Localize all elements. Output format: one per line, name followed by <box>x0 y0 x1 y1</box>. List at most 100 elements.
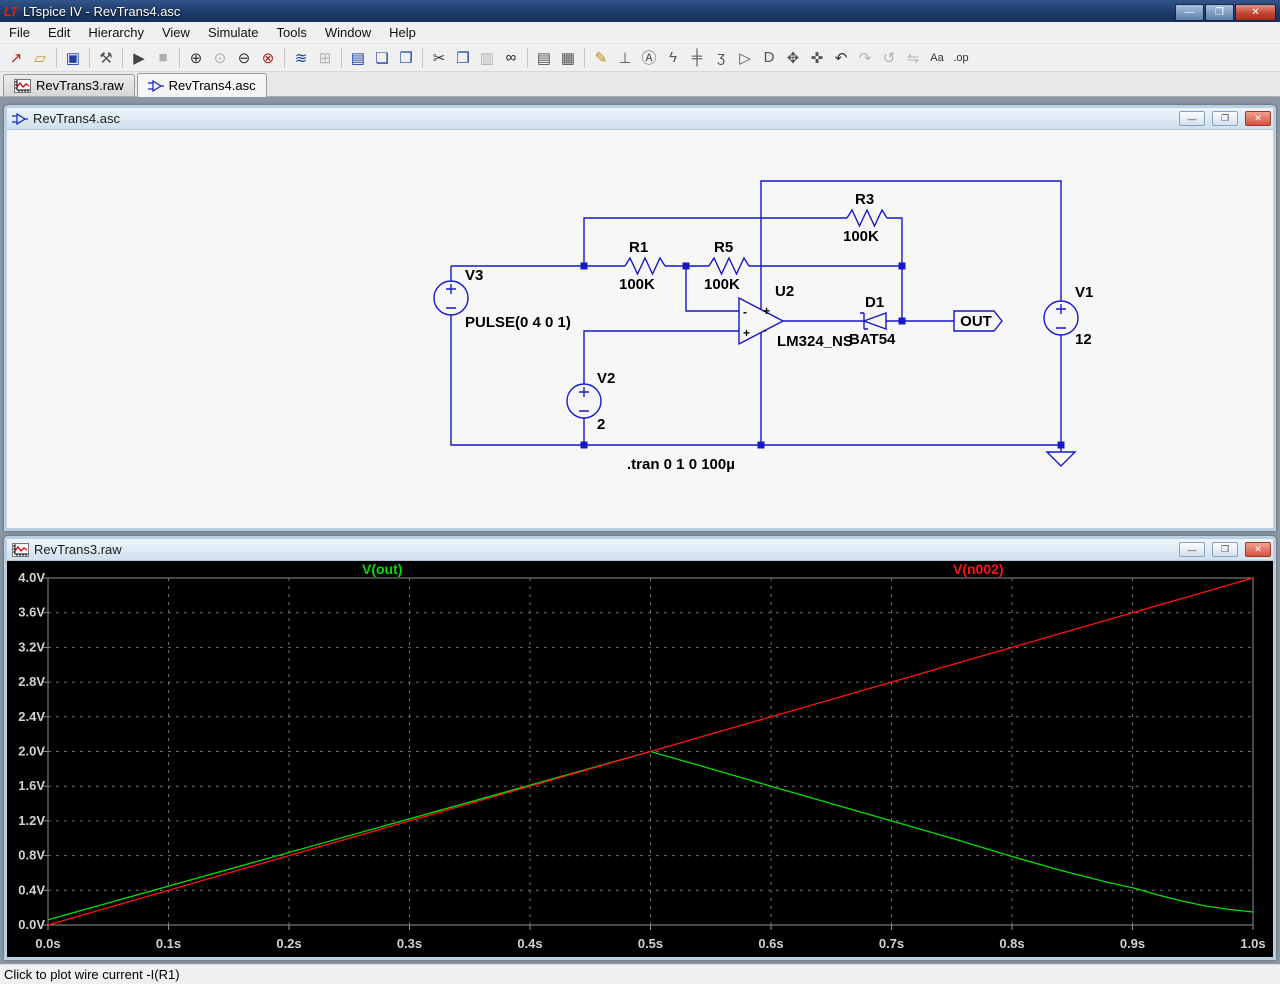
y-axis-tick-label[interactable]: 3.6V <box>18 605 45 620</box>
waveform-maximize-button[interactable]: ❐ <box>1212 542 1238 557</box>
place-component-icon[interactable]: D <box>757 46 781 70</box>
new-schematic-icon[interactable]: ↗ <box>4 46 28 70</box>
cascade-windows-icon[interactable]: ❐ <box>394 46 418 70</box>
y-axis-tick-label[interactable]: 2.0V <box>18 744 45 759</box>
menu-help[interactable]: Help <box>380 22 425 43</box>
x-axis-tick-label[interactable]: 0.4s <box>517 936 542 951</box>
undo-icon[interactable]: ↶ <box>829 46 853 70</box>
waveform-minimize-button[interactable]: — <box>1179 542 1205 557</box>
x-axis-tick-label[interactable]: 0.8s <box>999 936 1024 951</box>
menu-file[interactable]: File <box>0 22 39 43</box>
close-button[interactable]: ✕ <box>1235 3 1276 21</box>
r5-ref[interactable]: R5 <box>714 239 733 256</box>
x-axis-tick-label[interactable]: 0.7s <box>879 936 904 951</box>
v3-value[interactable]: PULSE(0 4 0 1) <box>465 314 571 331</box>
legend-V(out)[interactable]: V(out) <box>362 561 402 577</box>
u2-value[interactable]: LM324_NS <box>777 333 853 350</box>
add-text-icon[interactable]: Aa <box>925 46 949 70</box>
x-axis-tick-label[interactable]: 0.0s <box>35 936 60 951</box>
d1-ref[interactable]: D1 <box>865 294 884 311</box>
schematic-window-titlebar[interactable]: RevTrans4.asc — ❐ ✕ <box>7 108 1273 130</box>
spice-directive-text[interactable]: .tran 0 1 0 100µ <box>627 456 735 473</box>
x-axis-tick-label[interactable]: 0.3s <box>397 936 422 951</box>
r5-value[interactable]: 100K <box>704 276 740 293</box>
waveform-plot-area[interactable]: 0.0s 0.1s 0.2s 0.3s 0.4s 0.5s 0.6s 0.7s 0.8s 0.9s… <box>7 561 1273 957</box>
restore-button[interactable]: ❐ <box>1205 3 1234 21</box>
waveform-window-titlebar[interactable]: RevTrans3.raw — ❐ ✕ <box>7 539 1273 561</box>
r1-ref[interactable]: R1 <box>629 239 648 256</box>
place-resistor-icon[interactable]: ϟ <box>661 46 685 70</box>
d1-value[interactable]: BAT54 <box>849 331 896 348</box>
open-file-icon[interactable]: ▱ <box>28 46 52 70</box>
toolbar-separator <box>89 47 90 68</box>
x-axis-tick-label[interactable]: 1.0s <box>1240 936 1265 951</box>
v1-ref[interactable]: V1 <box>1075 284 1093 301</box>
copy-icon[interactable]: ❐ <box>451 46 475 70</box>
draw-wire-icon[interactable]: ✎ <box>589 46 613 70</box>
legend-V(n002)[interactable]: V(n002) <box>953 561 1004 577</box>
schematic-maximize-button[interactable]: ❐ <box>1212 111 1238 126</box>
x-axis-tick-label[interactable]: 0.1s <box>156 936 181 951</box>
v2-value[interactable]: 2 <box>597 416 605 433</box>
menu-edit[interactable]: Edit <box>39 22 79 43</box>
menu-view[interactable]: View <box>153 22 199 43</box>
zoom-full-extents-icon[interactable]: ⊗ <box>256 46 280 70</box>
menu-tools[interactable]: Tools <box>268 22 316 43</box>
v1-value[interactable]: 12 <box>1075 331 1092 348</box>
print-preview-icon[interactable]: ▤ <box>532 46 556 70</box>
save-icon[interactable]: ▣ <box>61 46 85 70</box>
y-axis-tick-label[interactable]: 0.4V <box>18 882 45 897</box>
u2-vminus-mark: - <box>763 323 767 337</box>
y-axis-tick-label[interactable]: 1.6V <box>18 778 45 793</box>
y-axis-tick-label[interactable]: 3.2V <box>18 639 45 654</box>
r1-value[interactable]: 100K <box>619 276 655 293</box>
plot-axis-labels[interactable]: 0.0s 0.1s 0.2s 0.3s 0.4s 0.5s 0.6s 0.7s 0.8s 0.9s… <box>18 570 1265 951</box>
x-axis-tick-label[interactable]: 0.5s <box>638 936 663 951</box>
schematic-close-button[interactable]: ✕ <box>1245 111 1271 126</box>
place-ground-icon[interactable]: ⊥ <box>613 46 637 70</box>
tile-horizontally-icon[interactable]: ▤ <box>346 46 370 70</box>
r3-ref[interactable]: R3 <box>855 191 874 208</box>
place-diode-icon[interactable]: ▷ <box>733 46 757 70</box>
y-axis-tick-label[interactable]: 4.0V <box>18 570 45 585</box>
menu-simulate[interactable]: Simulate <box>199 22 268 43</box>
drag-icon[interactable]: ✜ <box>805 46 829 70</box>
y-axis-tick-label[interactable]: 2.8V <box>18 674 45 689</box>
v2-ref[interactable]: V2 <box>597 370 615 387</box>
place-inductor-icon[interactable]: ʒ <box>709 46 733 70</box>
tab-revtrans4-asc[interactable]: RevTrans4.asc <box>136 73 267 97</box>
x-axis-tick-label[interactable]: 0.2s <box>276 936 301 951</box>
x-axis-tick-label[interactable]: 0.9s <box>1120 936 1145 951</box>
menu-hierarchy[interactable]: Hierarchy <box>79 22 153 43</box>
v3-ref[interactable]: V3 <box>465 267 483 284</box>
waveform-close-button[interactable]: ✕ <box>1245 542 1271 557</box>
y-axis-tick-label[interactable]: 0.8V <box>18 848 45 863</box>
place-capacitor-icon[interactable]: ╪ <box>685 46 709 70</box>
move-icon[interactable]: ✥ <box>781 46 805 70</box>
spice-directive-icon[interactable]: .op <box>949 46 973 70</box>
document-tabbar: RevTrans3.raw RevTrans4.asc <box>0 72 1280 97</box>
autorange-y-axis-icon[interactable]: ≋ <box>289 46 313 70</box>
tile-vertically-icon[interactable]: ❏ <box>370 46 394 70</box>
x-axis-tick-label[interactable]: 0.6s <box>758 936 783 951</box>
menu-window[interactable]: Window <box>316 22 380 43</box>
net-label-icon[interactable]: Ⓐ <box>637 46 661 70</box>
r3-value[interactable]: 100K <box>843 228 879 245</box>
minimize-button[interactable]: — <box>1175 3 1204 21</box>
out-port-label[interactable]: OUT <box>960 313 992 330</box>
schematic-window-title: RevTrans4.asc <box>33 111 120 126</box>
zoom-out-icon[interactable]: ⊖ <box>232 46 256 70</box>
print-icon[interactable]: ▦ <box>556 46 580 70</box>
control-panel-icon[interactable]: ⚒ <box>94 46 118 70</box>
tab-revtrans3-raw[interactable]: RevTrans3.raw <box>3 74 135 96</box>
zoom-in-icon[interactable]: ⊕ <box>184 46 208 70</box>
find-icon[interactable]: ∞ <box>499 46 523 70</box>
schematic-minimize-button[interactable]: — <box>1179 111 1205 126</box>
y-axis-tick-label[interactable]: 2.4V <box>18 709 45 724</box>
u2-ref[interactable]: U2 <box>775 283 794 300</box>
cut-icon[interactable]: ✂ <box>427 46 451 70</box>
run-icon[interactable]: ▶ <box>127 46 151 70</box>
y-axis-tick-label[interactable]: 0.0V <box>18 917 45 932</box>
schematic-canvas[interactable]: OUT V3 PULSE(0 4 0 1) R1 100K R5 100K R3… <box>7 130 1273 528</box>
y-axis-tick-label[interactable]: 1.2V <box>18 813 45 828</box>
